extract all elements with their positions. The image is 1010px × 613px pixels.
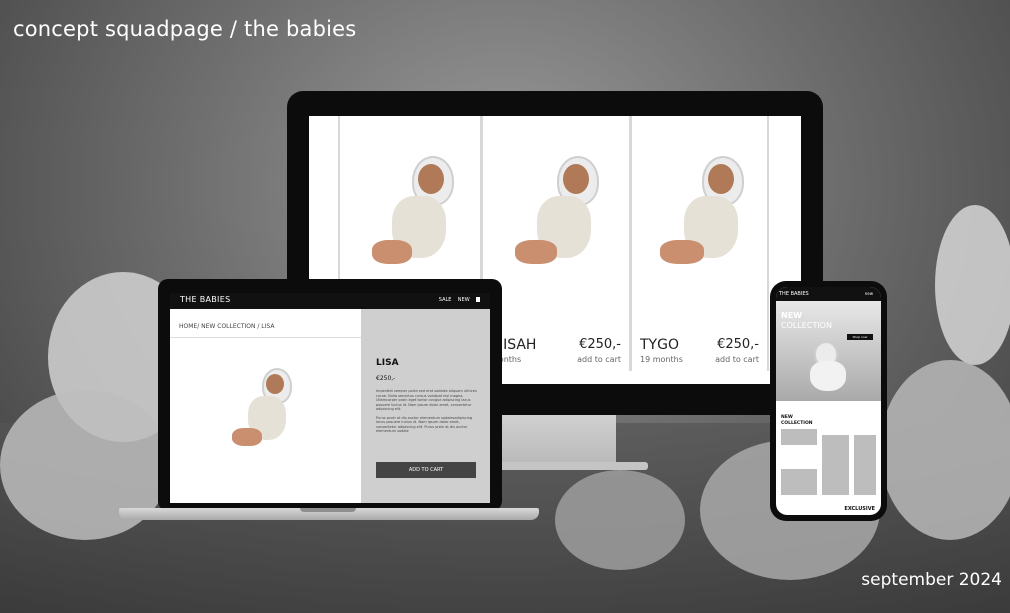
brand-logo[interactable]: THE BABIES: [779, 291, 809, 297]
baby-image: [362, 156, 462, 286]
baby-image: [507, 156, 607, 286]
background-baby-center-left: [555, 470, 685, 570]
nav-new[interactable]: NEW: [458, 297, 470, 303]
divider: [170, 337, 361, 338]
product-name: TYGO: [640, 337, 679, 353]
hero-banner: NEW COLLECTION Shop now: [776, 301, 881, 401]
baby-image: [654, 156, 754, 286]
laptop-screen: THE BABIES SALE NEW HOME/ NEW COLLECTION…: [170, 293, 490, 503]
phone-navbar: THE BABIES new: [776, 287, 881, 301]
nav-links: SALE NEW: [439, 297, 480, 303]
shop-now-button[interactable]: Shop now: [847, 334, 873, 340]
product-name: LISA: [376, 358, 399, 368]
laptop-notch: [300, 508, 356, 512]
collection-tile[interactable]: [854, 435, 876, 495]
section-title-line: COLLECTION: [781, 421, 813, 426]
description-paragraph: Purus proin at dis auctor elementum soda…: [376, 415, 473, 434]
collection-tile[interactable]: [781, 429, 817, 445]
background-baby-right-body: [880, 360, 1010, 540]
add-to-cart-link[interactable]: add to cart: [715, 355, 759, 364]
laptop: THE BABIES SALE NEW HOME/ NEW COLLECTION…: [158, 279, 502, 511]
collection-tile[interactable]: [822, 435, 849, 495]
product-price: €250,-: [717, 337, 759, 352]
hero-subtitle: COLLECTION: [781, 321, 832, 330]
brand-logo[interactable]: THE BABIES: [180, 295, 230, 304]
hero-baby-image: [806, 341, 856, 396]
laptop-navbar: THE BABIES SALE NEW: [170, 293, 490, 309]
date-label: september 2024: [861, 570, 1002, 590]
description-paragraph: Imperdiet semper porta sed erat sodales …: [376, 389, 477, 411]
add-to-cart-link[interactable]: add to cart: [577, 355, 621, 364]
product-description: Imperdiet semper porta sed erat sodales …: [376, 389, 478, 434]
hero-title: NEW: [781, 311, 802, 320]
phone-screen: THE BABIES new NEW COLLECTION Shop now N…: [776, 287, 881, 515]
collection-tile[interactable]: [781, 469, 817, 495]
product-price: €250,-: [579, 337, 621, 352]
product-image: [230, 368, 300, 458]
bag-icon[interactable]: [476, 297, 480, 302]
product-age: 19 months: [640, 355, 683, 364]
add-to-cart-button[interactable]: ADD TO CART: [376, 462, 476, 478]
nav-new[interactable]: new: [865, 291, 873, 296]
product-price: €250,-: [376, 375, 396, 382]
product-card[interactable]: MISAH €250,- months add to cart: [481, 116, 631, 371]
exclusive-label: EXCLUSIVE: [844, 506, 875, 512]
product-card[interactable]: TYGO €250,- 19 months add to cart: [630, 116, 769, 371]
phone: THE BABIES new NEW COLLECTION Shop now N…: [770, 281, 887, 521]
page-title: concept squadpage / the babies: [13, 17, 357, 41]
background-baby-right: [935, 205, 1010, 365]
nav-sale[interactable]: SALE: [439, 297, 452, 303]
product-details-panel: LISA €250,- Imperdiet semper porta sed e…: [361, 309, 490, 503]
breadcrumb: HOME/ NEW COLLECTION / LISA: [179, 323, 275, 330]
section-title: NEW COLLECTION: [781, 415, 813, 427]
